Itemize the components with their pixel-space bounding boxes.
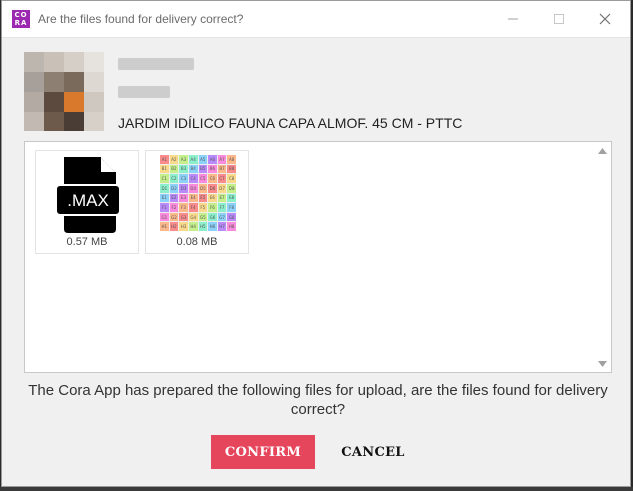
uv-grid-cell: B3 [179,164,188,174]
product-name: JARDIM IDÍLICO FAUNA CAPA ALMOF. 45 CM -… [118,115,463,131]
vertical-scrollbar[interactable] [594,142,611,372]
chevron-up-icon [598,147,607,154]
title-bar: CO RA Are the files found for delivery c… [2,1,630,38]
uv-grid-cell: H1 [160,222,169,231]
uv-grid-cell: G4 [188,212,198,222]
uv-grid-cell: D3 [179,183,188,193]
scroll-up-button[interactable] [594,142,611,159]
product-header: JARDIM IDÍLICO FAUNA CAPA ALMOF. 45 CM -… [24,52,604,132]
uv-grid-cell: C6 [208,174,217,183]
uv-grid-cell: E2 [169,193,179,203]
uv-grid-cell: C4 [188,174,198,183]
files-list[interactable]: .MAX 0.57 MB A1 A2 A3 A4 A5 A6 A7 A8 B1 B2 B3 B4 B5 B… [24,141,612,373]
pixelated-image-icon [24,52,104,131]
uv-grid-cell: A2 [169,155,179,164]
uv-grid-cell: C2 [169,174,179,183]
uv-grid-cell: A5 [198,155,208,164]
file-size: 0.57 MB [66,236,108,248]
uv-grid-cell: D4 [188,183,198,193]
uv-grid-cell: F2 [169,203,179,212]
uv-grid-cell: G8 [227,212,236,222]
uv-grid-cell: H8 [227,222,236,231]
uv-grid-cell: H7 [217,222,227,231]
uv-grid-cell: C8 [227,174,236,183]
uv-grid-cell: B8 [227,164,236,174]
uv-grid-cell: F7 [217,203,227,212]
uv-grid-cell: D8 [227,183,236,193]
blurred-text [118,86,170,98]
uv-grid-cell: G5 [198,212,208,222]
uv-grid-cell: H6 [208,222,217,231]
uv-grid-cell: F5 [198,203,208,212]
uv-grid-cell: B1 [160,164,169,174]
uv-grid-cell: E4 [188,193,198,203]
uv-grid-cell: A4 [188,155,198,164]
uv-grid-cell: C1 [160,174,169,183]
uv-grid-cell: E8 [227,193,236,203]
uv-grid-cell: G2 [169,212,179,222]
uv-grid-cell: A6 [208,155,217,164]
uv-grid-cell: D1 [160,183,169,193]
uv-grid-cell: F4 [188,203,198,212]
uv-grid-cell: F1 [160,203,169,212]
uv-grid-cell: B5 [198,164,208,174]
uv-grid-cell: H4 [188,222,198,231]
uv-grid-texture-thumbnail: A1 A2 A3 A4 A5 A6 A7 A8 B1 B2 B3 B4 B5 B6 B7 B8 C1 C2 C3 C4… [160,155,236,231]
blurred-text [118,58,194,70]
uv-grid-cell: G6 [208,212,217,222]
uv-grid-cell: H5 [198,222,208,231]
confirmation-message: The Cora App has prepared the following … [28,382,608,418]
product-thumbnail [24,52,104,131]
window-title: Are the files found for delivery correct… [38,12,244,26]
uv-grid-cell: A8 [227,155,236,164]
uv-grid-cell: E7 [217,193,227,203]
file-type-label: .MAX [67,191,109,210]
uv-grid-cell: A1 [160,155,169,164]
uv-grid-cell: E1 [160,193,169,203]
uv-grid-cell: D2 [169,183,179,193]
minimize-button[interactable] [490,1,536,37]
maximize-icon [554,14,564,24]
close-icon [599,13,611,25]
uv-grid-cell: B7 [217,164,227,174]
background-app [0,487,633,491]
uv-grid-cell: D7 [217,183,227,193]
uv-grid-cell: B2 [169,164,179,174]
uv-grid-cell: C5 [198,174,208,183]
max-file-icon: .MAX [55,157,121,233]
maximize-button[interactable] [536,1,582,37]
uv-grid-cell: D5 [198,183,208,193]
uv-grid-cell: H2 [169,222,179,231]
uv-grid-cell: B6 [208,164,217,174]
uv-grid-cell: F6 [208,203,217,212]
scroll-down-button[interactable] [594,355,611,372]
dialog-window: CO RA Are the files found for delivery c… [1,0,631,487]
uv-grid-cell: D6 [208,183,217,193]
file-card-max[interactable]: .MAX 0.57 MB [35,150,139,254]
close-button[interactable] [582,1,628,37]
file-size: 0.08 MB [176,236,218,248]
file-card-texture[interactable]: A1 A2 A3 A4 A5 A6 A7 A8 B1 B2 B3 B4 B5 B6 B7 B8 C1 C2 C3 C4… [145,150,249,254]
cora-logo-icon: CO RA [12,10,30,28]
chevron-down-icon [598,360,607,367]
uv-grid-cell: G1 [160,212,169,222]
uv-grid-cell: H3 [179,222,188,231]
uv-grid-cell: A7 [217,155,227,164]
minimize-icon [508,18,518,20]
uv-grid-cell: A3 [179,155,188,164]
uv-grid-cell: E5 [198,193,208,203]
uv-grid-cell: G3 [179,212,188,222]
uv-grid-cell: F3 [179,203,188,212]
uv-grid-cell: C3 [179,174,188,183]
uv-grid-cell: F8 [227,203,236,212]
uv-grid-cell: E3 [179,193,188,203]
uv-grid-cell: E6 [208,193,217,203]
cancel-button[interactable]: CANCEL [326,435,420,469]
uv-grid-cell: B4 [188,164,198,174]
uv-grid-cell: G7 [217,212,227,222]
uv-grid-cell: C7 [217,174,227,183]
confirm-button[interactable]: CONFIRM [211,435,315,469]
